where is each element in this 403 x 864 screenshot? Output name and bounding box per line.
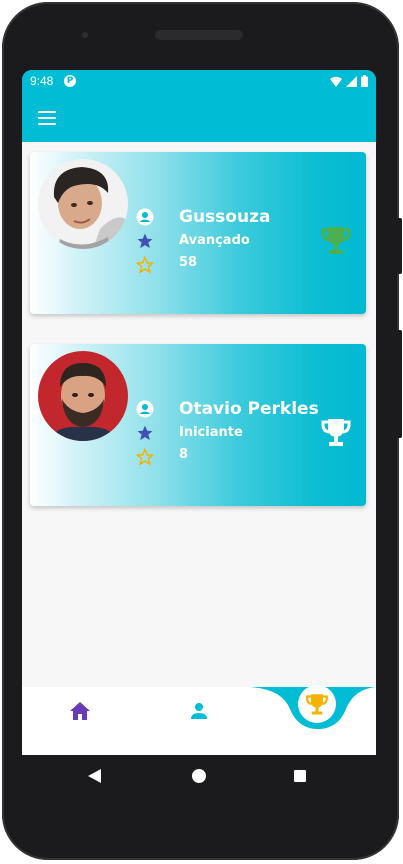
app-bar [22,94,376,142]
player-info-icons [136,208,154,280]
system-navigation-bar [22,755,376,799]
volume-button [397,330,402,438]
avatar [38,351,128,441]
recents-icon[interactable] [294,770,306,782]
player-score: 58 [179,255,198,270]
trophy-icon [321,419,351,446]
ranking-card[interactable]: Otavio Perkles Iniciante 8 [30,344,366,506]
person-circle-icon [136,400,154,418]
star-filled-icon [137,425,153,441]
player-name: Gussouza [179,207,271,227]
status-icons [330,75,368,87]
wifi-icon [330,76,342,87]
front-camera [79,29,91,41]
bottom-navigation [22,685,376,755]
player-level: Avançado [179,233,250,248]
player-name: Otavio Perkles [179,399,319,419]
signal-icon [346,75,357,87]
hamburger-icon[interactable] [38,111,56,125]
power-button [397,218,402,274]
person-icon[interactable] [187,699,211,723]
speaker [155,30,243,40]
player-level: Iniciante [179,425,243,440]
avatar [38,159,128,249]
star-filled-icon [137,233,153,249]
status-time: 9:48 [30,74,54,88]
ranking-card[interactable]: Gussouza Avançado 58 [30,152,366,314]
person-circle-icon [136,208,154,226]
status-app-badge: P [64,75,76,87]
trophy-icon [321,227,351,254]
player-score: 8 [179,447,189,462]
trophy-icon [306,694,328,715]
app-screen: 9:48 P Gussouza Avançado 58 Otavio Perkl… [22,70,376,755]
star-outline-icon [136,256,154,274]
home-icon[interactable] [68,699,92,723]
status-bar: 9:48 P [22,70,376,94]
battery-icon [361,75,368,87]
back-icon[interactable] [88,769,102,783]
player-info-icons [136,400,154,472]
home-circle-icon[interactable] [192,769,206,783]
star-outline-icon [136,448,154,466]
ranking-tab-button[interactable] [298,685,336,723]
